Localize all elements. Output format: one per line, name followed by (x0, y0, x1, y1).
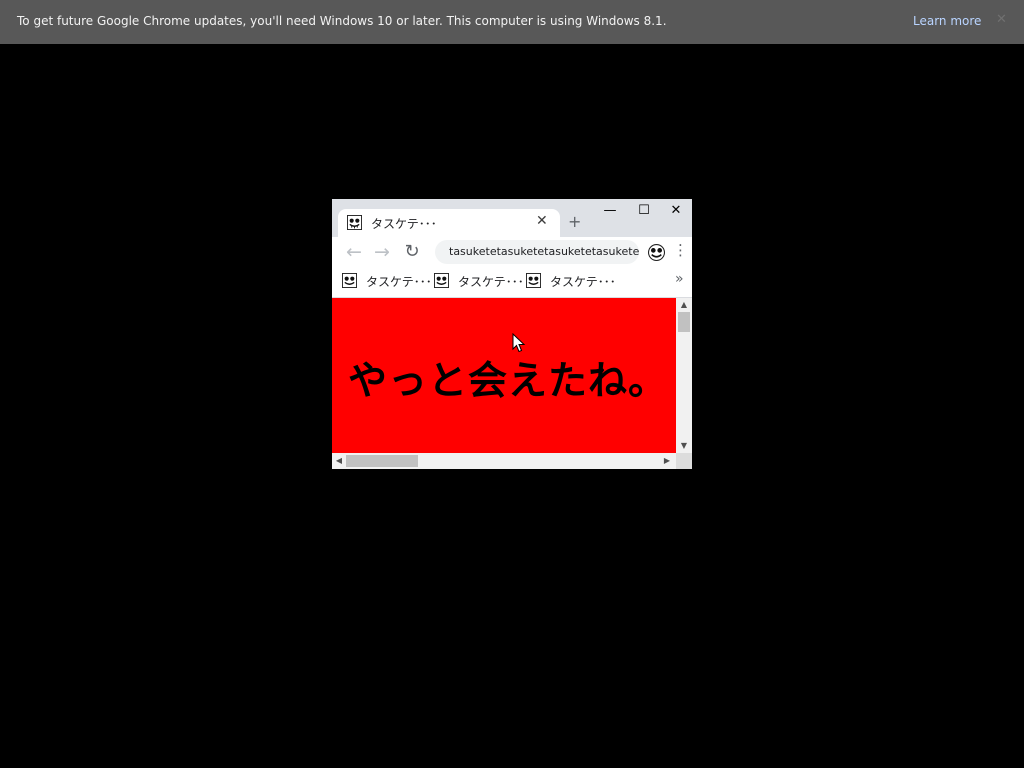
close-icon[interactable]: ✕ (996, 12, 1007, 27)
scroll-up-arrow-icon[interactable]: ▲ (676, 298, 692, 312)
back-button[interactable]: ← (342, 240, 366, 264)
profile-avatar-icon[interactable] (648, 244, 665, 261)
scrollbar-corner (676, 453, 692, 469)
bookmark-label: タスケテ･･･ (366, 275, 432, 289)
page-viewport: やっと会えたね。 (332, 298, 676, 453)
window-close-button[interactable]: ✕ (660, 200, 692, 222)
forward-button[interactable]: → (370, 240, 394, 264)
reload-button[interactable]: ↻ (400, 240, 424, 264)
browser-toolbar: ← → ↻ tasuketetasuketetasuketetasukete ⋮ (332, 237, 692, 267)
update-notification-bar: To get future Google Chrome updates, you… (0, 0, 1024, 44)
new-tab-button[interactable]: + (568, 212, 581, 231)
maximize-button[interactable]: ☐ (628, 200, 660, 222)
tab-strip: タスケテ･･･ ✕ + — ☐ ✕ (332, 199, 692, 237)
bookmark-label: タスケテ･･･ (550, 275, 616, 289)
horizontal-scrollbar[interactable]: ◀ ▶ (332, 453, 676, 469)
active-tab[interactable]: タスケテ･･･ ✕ (338, 209, 560, 237)
bookmarks-bar: タスケテ･･･ タスケテ･･･ タスケテ･･･ » (332, 267, 692, 298)
scroll-down-arrow-icon[interactable]: ▼ (676, 439, 692, 453)
minimize-button[interactable]: — (594, 200, 626, 222)
learn-more-link[interactable]: Learn more (913, 14, 981, 28)
chrome-menu-button[interactable]: ⋮ (673, 241, 688, 259)
skull-face-icon (434, 273, 449, 288)
vertical-scrollbar[interactable]: ▲ ▼ (676, 298, 692, 453)
vertical-scroll-thumb[interactable] (678, 312, 690, 332)
bookmarks-overflow-button[interactable]: » (675, 271, 684, 287)
tab-title: タスケテ･･･ (371, 217, 437, 231)
scroll-left-arrow-icon[interactable]: ◀ (332, 453, 346, 469)
skull-face-icon (347, 215, 362, 230)
address-bar-url: tasuketetasuketetasuketetasukete (449, 245, 639, 258)
scroll-right-arrow-icon[interactable]: ▶ (660, 453, 674, 469)
skull-face-icon (526, 273, 541, 288)
address-bar[interactable]: tasuketetasuketetasuketetasukete (435, 240, 639, 264)
horizontal-scroll-thumb[interactable] (346, 455, 418, 467)
page-message: やっと会えたね。 (348, 359, 669, 404)
tab-close-icon[interactable]: ✕ (536, 213, 548, 229)
update-notification-text: To get future Google Chrome updates, you… (17, 14, 667, 28)
skull-face-icon (342, 273, 357, 288)
bookmark-label: タスケテ･･･ (458, 275, 524, 289)
mouse-cursor-icon (512, 333, 526, 353)
